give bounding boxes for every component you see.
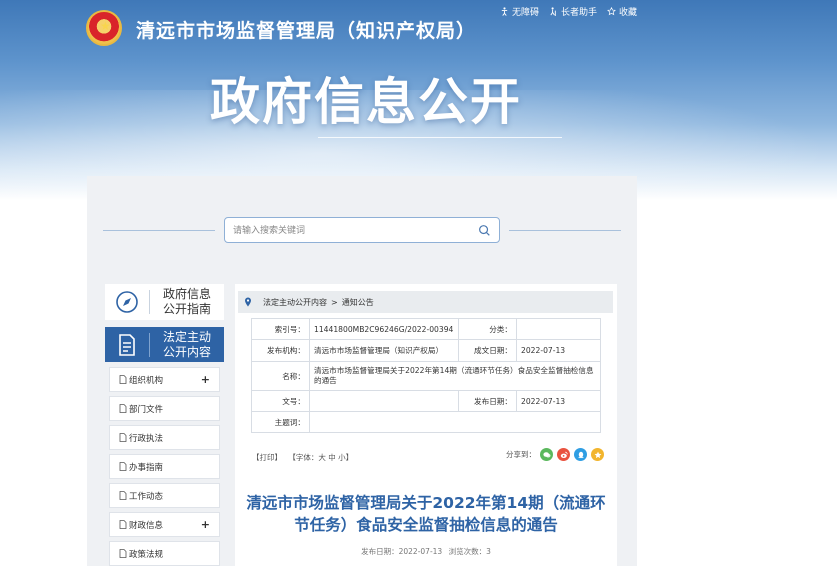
meta-docno-value xyxy=(309,390,459,412)
sidebar-item-enforcement[interactable]: 行政执法 xyxy=(109,425,220,450)
meta-published-value: 2022-07-13 xyxy=(516,390,601,412)
document-meta-table: 索引号： 11441800MB2C96246G/2022-00394 分类： 发… xyxy=(251,318,601,433)
font-small-link[interactable]: 小 xyxy=(338,453,346,462)
main-panel: 政府信息 公开指南 法定主动 公开内容 组织机构 + 部门文件 行政执法 办事指… xyxy=(87,176,637,566)
doc-icon xyxy=(119,491,127,500)
sidebar-item-label: 办事指南 xyxy=(129,462,164,473)
article-views: 浏览次数：3 xyxy=(448,547,491,556)
sidebar-item-org[interactable]: 组织机构 + xyxy=(109,367,220,392)
sidebar-item-dept-docs[interactable]: 部门文件 xyxy=(109,396,220,421)
search-divider-left xyxy=(103,230,215,231)
meta-published-label: 发布日期： xyxy=(458,390,517,412)
breadcrumb-link-notices[interactable]: 通知公告 xyxy=(342,297,374,308)
document-icon xyxy=(105,327,149,362)
meta-subject-label: 主题词： xyxy=(251,411,310,433)
breadcrumb: 法定主动公开内容 > 通知公告 xyxy=(238,291,613,313)
sidebar-item-label: 工作动态 xyxy=(129,491,164,502)
sidebar-guide-label-line2: 公开指南 xyxy=(162,302,211,316)
sidebar-guide-label-line1: 政府信息 xyxy=(162,287,211,301)
sidebar-item-finance[interactable]: 财政信息 + xyxy=(109,512,220,537)
meta-name-label: 名称： xyxy=(251,361,310,391)
qzone-star-icon xyxy=(594,451,601,458)
sidebar-item-label: 组织机构 xyxy=(129,375,164,386)
compass-icon xyxy=(105,284,149,320)
doc-icon xyxy=(119,375,127,384)
sidebar-active-label-line2: 公开内容 xyxy=(162,344,211,359)
share-qq-button[interactable] xyxy=(574,448,587,461)
meta-index-label: 索引号： xyxy=(251,318,310,340)
search-area xyxy=(103,217,621,243)
meta-created-value: 2022-07-13 xyxy=(516,339,601,362)
search-icon[interactable] xyxy=(478,224,491,237)
sidebar-item-work-news[interactable]: 工作动态 xyxy=(109,483,220,508)
qq-icon xyxy=(578,451,583,458)
font-medium-link[interactable]: 中 xyxy=(328,453,336,462)
meta-docno-label: 文号： xyxy=(251,390,310,412)
share-weibo-button[interactable] xyxy=(557,448,570,461)
sidebar-guide-label: 政府信息 公开指南 xyxy=(150,287,224,317)
meta-category-value xyxy=(516,318,601,340)
doc-icon xyxy=(119,520,127,529)
article-date: 发布日期：2022-07-13 xyxy=(361,547,443,556)
share-wechat-button[interactable] xyxy=(540,448,553,461)
meta-publisher-label: 发布机构： xyxy=(251,339,310,362)
sidebar-active-label-line1: 法定主动 xyxy=(162,329,211,344)
title-divider xyxy=(318,137,562,138)
site-title[interactable]: 清远市市场监督管理局（知识产权局） xyxy=(136,16,476,43)
elder-helper-icon xyxy=(550,7,556,16)
sidebar-item-policies[interactable]: 政策法规 xyxy=(109,541,220,566)
share-qzone-button[interactable] xyxy=(591,448,604,461)
breadcrumb-link-proactive[interactable]: 法定主动公开内容 xyxy=(263,297,327,308)
sidebar-guide-card[interactable]: 政府信息 公开指南 xyxy=(105,284,224,320)
search-box xyxy=(224,217,500,243)
doc-icon xyxy=(119,433,127,442)
meta-name-value: 清远市市场监督管理局关于2022年第14期（流通环节任务）食品安全监督抽检信息的… xyxy=(309,361,601,391)
breadcrumb-separator: > xyxy=(331,297,338,307)
accessibility-label: 无障碍 xyxy=(511,8,539,18)
national-emblem-icon: ★ xyxy=(86,10,122,46)
wechat-icon xyxy=(542,451,550,457)
meta-publisher-value: 清远市市场监督管理局（知识产权局） xyxy=(309,339,459,362)
sidebar-item-label: 部门文件 xyxy=(129,404,164,415)
doc-icon xyxy=(119,549,127,558)
share-label: 分享到： xyxy=(506,450,536,459)
meta-category-label: 分类： xyxy=(458,318,517,340)
location-pin-icon xyxy=(245,297,251,307)
search-input[interactable] xyxy=(225,219,465,243)
sidebar-item-label: 财政信息 xyxy=(129,520,164,531)
search-divider-right xyxy=(509,230,621,231)
elder-helper-link[interactable]: 长者助手 xyxy=(549,5,597,18)
accessibility-link[interactable]: 无障碍 xyxy=(500,5,539,18)
article-tools: 【打印】 【字体：大 中 小】 xyxy=(252,452,353,463)
weibo-icon xyxy=(560,451,568,458)
sidebar-item-label: 行政执法 xyxy=(129,433,164,444)
expand-plus-icon[interactable]: + xyxy=(201,518,210,531)
doc-icon xyxy=(119,462,127,471)
sidebar-active-label: 法定主动 公开内容 xyxy=(150,330,224,360)
print-link[interactable]: 【打印】 xyxy=(252,453,282,462)
share-bar: 分享到： xyxy=(506,448,604,461)
content-area: 法定主动公开内容 > 通知公告 索引号： 11441800MB2C96246G/… xyxy=(235,284,617,566)
sidebar-item-service-guide[interactable]: 办事指南 xyxy=(109,454,220,479)
font-size-prefix: 【字体： xyxy=(288,453,319,462)
meta-subject-value xyxy=(309,411,601,433)
meta-created-label: 成文日期： xyxy=(458,339,517,362)
article-title: 清远市市场监督管理局关于2022年第14期（流通环节任务）食品安全监督抽检信息的… xyxy=(246,494,606,534)
expand-plus-icon[interactable]: + xyxy=(201,373,210,386)
favorite-label: 收藏 xyxy=(618,8,637,18)
accessibility-icon xyxy=(501,7,508,16)
font-size-suffix: 】 xyxy=(345,453,354,462)
font-large-link[interactable]: 大 xyxy=(318,453,326,462)
sidebar-item-label: 政策法规 xyxy=(129,549,164,560)
meta-index-value: 11441800MB2C96246G/2022-00394 xyxy=(309,318,459,340)
elder-helper-label: 长者助手 xyxy=(560,8,597,18)
doc-icon xyxy=(119,404,127,413)
top-links: 无障碍 长者助手 收藏 xyxy=(500,5,637,18)
article-meta: 发布日期：2022-07-13 浏览次数：3 xyxy=(235,546,617,557)
favorite-link[interactable]: 收藏 xyxy=(607,5,637,18)
header-banner: ★ 清远市市场监督管理局（知识产权局） 无障碍 长者助手 收藏 政府信息公开 xyxy=(0,0,837,200)
sidebar-active-card[interactable]: 法定主动 公开内容 xyxy=(105,327,224,362)
star-icon xyxy=(607,7,616,16)
banner-title: 政府信息公开 xyxy=(210,73,522,131)
